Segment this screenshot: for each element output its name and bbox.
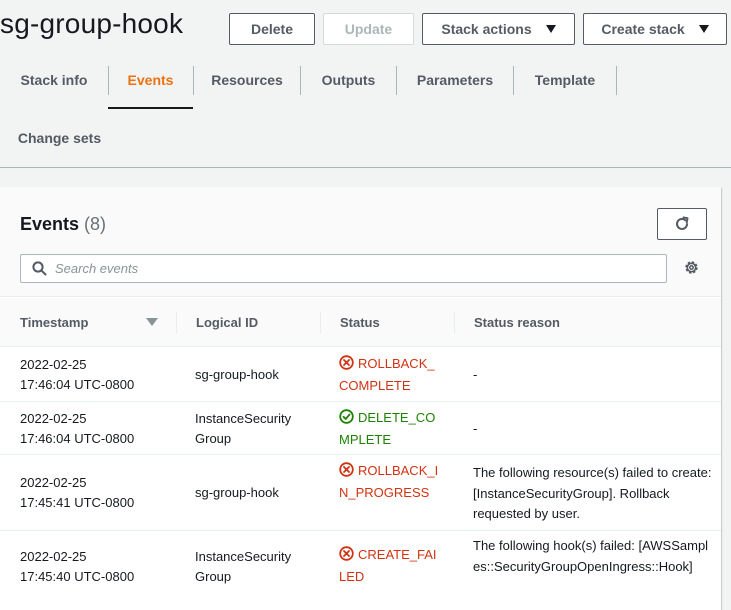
- column-header-logical-id[interactable]: Logical ID: [196, 298, 258, 347]
- tab-bar: Stack info Events Resources Outputs Para…: [0, 52, 731, 168]
- status-reason-cell: The following resource(s) failed to crea…: [473, 465, 712, 521]
- logical-id-cell: InstanceSecurityGroup: [195, 411, 292, 446]
- events-panel-header: Events (8): [0, 187, 721, 297]
- caret-down-icon: [698, 25, 709, 33]
- status-cell: DELETE_COMPLETE: [339, 407, 439, 450]
- create-stack-label: Create stack: [601, 21, 685, 37]
- table-row: 2022-02-25 17:46:04 UTC-0800 sg-group-ho…: [0, 348, 721, 402]
- logical-id-cell: sg-group-hook: [195, 485, 279, 500]
- logical-id-cell: sg-group-hook: [195, 367, 279, 382]
- table-row: 2022-02-25 17:45:41 UTC-0800 sg-group-ho…: [0, 455, 721, 531]
- status-reason-cell: -: [473, 421, 478, 436]
- active-tab-indicator: [108, 107, 193, 109]
- refresh-button[interactable]: [657, 208, 707, 240]
- status-success-icon: [339, 409, 354, 424]
- column-divider: [176, 312, 177, 334]
- event-time: 17:46:04 UTC-0800: [20, 431, 135, 446]
- table-row: 2022-02-25 17:45:40 UTC-0800 InstanceSec…: [0, 531, 721, 610]
- column-divider: [320, 312, 321, 334]
- status-reason-cell: The following hook(s) failed: [AWSSample…: [473, 538, 709, 574]
- refresh-icon: [676, 216, 689, 230]
- tab-stack-info[interactable]: Stack info: [0, 52, 108, 108]
- timestamp-cell: 2022-02-25 17:46:04 UTC-0800: [20, 409, 170, 449]
- caret-down-icon: [545, 25, 556, 33]
- events-count: (8): [84, 214, 107, 234]
- event-date: 2022-02-25: [20, 475, 87, 490]
- search-box: [20, 254, 667, 283]
- tab-events[interactable]: Events: [108, 52, 193, 108]
- tab-divider: [616, 66, 617, 95]
- status-error-icon: [339, 462, 354, 477]
- update-button[interactable]: Update: [323, 13, 414, 45]
- status-error-icon: [339, 546, 354, 561]
- create-stack-button[interactable]: Create stack: [583, 13, 727, 45]
- search-input[interactable]: [55, 257, 655, 280]
- status-reason-cell: -: [473, 367, 478, 382]
- event-time: 17:45:40 UTC-0800: [20, 569, 135, 584]
- event-time: 17:46:04 UTC-0800: [20, 377, 135, 392]
- table-row: 2022-02-25 17:46:04 UTC-0800 InstanceSec…: [0, 402, 721, 455]
- status-cell: ROLLBACK_COMPLETE: [339, 353, 439, 396]
- stack-actions-label: Stack actions: [441, 21, 532, 37]
- tab-outputs[interactable]: Outputs: [300, 52, 397, 108]
- column-header-status-reason[interactable]: Status reason: [474, 298, 560, 347]
- timestamp-cell: 2022-02-25 17:46:04 UTC-0800: [20, 355, 170, 395]
- status-cell: CREATE_FAILED: [339, 544, 439, 587]
- stack-actions-button[interactable]: Stack actions: [422, 13, 575, 45]
- column-divider: [454, 312, 455, 334]
- search-icon: [32, 261, 47, 276]
- gear-icon[interactable]: [683, 259, 700, 276]
- logical-id-cell: InstanceSecurityGroup: [195, 549, 292, 584]
- tab-template[interactable]: Template: [513, 52, 617, 108]
- event-date: 2022-02-25: [20, 411, 87, 426]
- timestamp-cell: 2022-02-25 17:45:40 UTC-0800: [20, 547, 170, 587]
- column-header-status[interactable]: Status: [340, 298, 380, 347]
- status-error-icon: [339, 355, 354, 370]
- events-table-header: Timestamp Logical ID Status Status reaso…: [0, 298, 721, 347]
- tab-change-sets[interactable]: Change sets: [0, 110, 119, 166]
- column-header-timestamp[interactable]: Timestamp: [20, 298, 88, 347]
- sort-descending-icon[interactable]: [146, 318, 158, 326]
- page-title: sg-group-hook: [0, 8, 184, 39]
- event-date: 2022-02-25: [20, 357, 87, 372]
- events-heading: Events (8): [20, 214, 106, 235]
- events-panel: Events (8) Timestamp Logical ID: [0, 187, 721, 610]
- tab-resources[interactable]: Resources: [193, 52, 301, 108]
- event-date: 2022-02-25: [20, 549, 87, 564]
- delete-button[interactable]: Delete: [229, 13, 315, 45]
- timestamp-cell: 2022-02-25 17:45:41 UTC-0800: [20, 473, 170, 513]
- events-heading-title: Events: [20, 214, 80, 234]
- update-button-label: Update: [344, 21, 393, 37]
- event-time: 17:45:41 UTC-0800: [20, 495, 135, 510]
- delete-button-label: Delete: [250, 21, 294, 37]
- status-cell: ROLLBACK_IN_PROGRESS: [339, 460, 439, 503]
- tab-parameters[interactable]: Parameters: [396, 52, 514, 108]
